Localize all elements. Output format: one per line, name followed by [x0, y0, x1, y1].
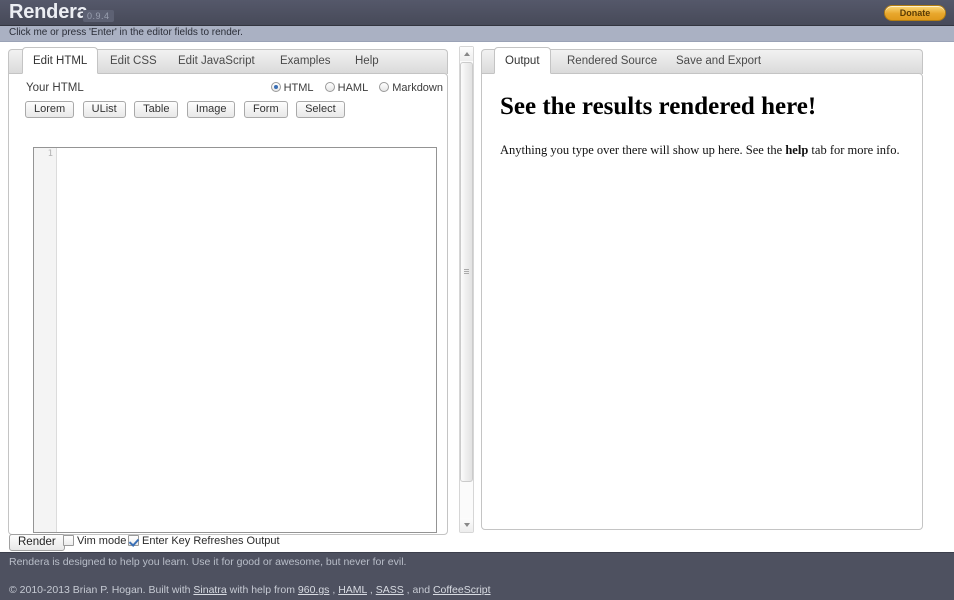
editor-panel-scrollbar[interactable] — [459, 46, 474, 533]
vim-mode-option[interactable]: Vim mode — [63, 535, 126, 547]
app-version-badge: 0.9.4 — [83, 10, 114, 22]
snippet-button-lorem[interactable]: Lorem — [25, 101, 75, 119]
bottom-toolbar: Render Vim mode Enter Key Refreshes Outp… — [0, 534, 954, 552]
output-tabstrip: Output Rendered Source Save and Export — [481, 47, 941, 74]
radio-html-icon[interactable] — [270, 82, 281, 92]
format-option-haml-label[interactable]: HAML — [338, 82, 369, 94]
editor-label: Your HTML — [26, 82, 84, 94]
footer-tagline: Rendera is designed to help you learn. U… — [9, 556, 407, 568]
footer-credit-prefix: © 2010-2013 Brian P. Hogan. Built with — [9, 584, 194, 596]
format-option-html[interactable]: HTML — [270, 82, 314, 94]
snippet-button-table[interactable]: Table — [134, 101, 179, 119]
render-hint-bar[interactable]: Click me or press 'Enter' in the editor … — [0, 26, 954, 42]
tab-examples[interactable]: Examples — [270, 49, 341, 74]
format-option-haml[interactable]: HAML — [324, 82, 369, 94]
format-option-markdown[interactable]: Markdown — [379, 82, 443, 94]
output-paragraph-before: Anything you type over there will show u… — [500, 143, 786, 157]
footer-link-960gs[interactable]: 960.gs — [298, 584, 330, 596]
editor-gutter: 1 — [34, 148, 57, 532]
output-panel-body: See the results rendered here! Anything … — [481, 73, 923, 530]
editor-text-area[interactable] — [58, 148, 436, 532]
tab-edit-css[interactable]: Edit CSS — [100, 49, 167, 74]
vim-mode-label[interactable]: Vim mode — [77, 535, 126, 547]
scrollbar-grip-icon — [464, 269, 469, 275]
output-panel: Output Rendered Source Save and Export S… — [481, 43, 941, 530]
enter-key-option[interactable]: Enter Key Refreshes Output — [128, 535, 280, 547]
footer-credit: © 2010-2013 Brian P. Hogan. Built with S… — [9, 584, 491, 596]
donate-button[interactable]: Donate — [884, 5, 946, 21]
app-header: Rendera 0.9.4 Donate — [0, 0, 954, 26]
format-option-html-label[interactable]: HTML — [284, 82, 314, 94]
editor-panel-body: Your HTML HTML HAML Markdown Lorem UList… — [8, 73, 448, 535]
html-editor[interactable]: 1 — [33, 147, 437, 533]
scroll-up-arrow-icon[interactable] — [460, 47, 473, 61]
snippet-button-ulist[interactable]: UList — [82, 101, 126, 119]
output-paragraph-help-link: help — [785, 143, 809, 157]
render-button[interactable]: Render — [9, 534, 65, 551]
snippet-button-form[interactable]: Form — [243, 101, 288, 119]
footer-credit-sep1: , — [329, 584, 339, 596]
output-paragraph: Anything you type over there will show u… — [500, 142, 906, 159]
tab-edit-html[interactable]: Edit HTML — [22, 47, 99, 74]
editor-scrollbar-thumb[interactable] — [460, 62, 473, 482]
format-option-markdown-label[interactable]: Markdown — [392, 82, 443, 94]
enter-key-checkbox[interactable] — [128, 535, 139, 546]
snippet-button-select[interactable]: Select — [296, 101, 345, 119]
vim-mode-checkbox[interactable] — [63, 535, 74, 546]
tab-help[interactable]: Help — [345, 49, 389, 74]
radio-haml-icon[interactable] — [324, 82, 335, 92]
footer-credit-sep2: , — [366, 584, 376, 596]
tab-output[interactable]: Output — [494, 47, 551, 74]
editor-line-number: 1 — [47, 149, 53, 159]
radio-markdown-icon[interactable] — [379, 82, 390, 92]
editor-tabstrip: Edit HTML Edit CSS Edit JavaScript Examp… — [8, 47, 466, 74]
render-hint-text: Click me or press 'Enter' in the editor … — [9, 27, 243, 38]
page-footer: Rendera is designed to help you learn. U… — [0, 552, 954, 600]
footer-credit-mid1: with help from — [226, 584, 298, 596]
scroll-down-arrow-icon[interactable] — [460, 518, 473, 532]
output-paragraph-after: tab for more info. — [808, 143, 900, 157]
tab-edit-javascript[interactable]: Edit JavaScript — [168, 49, 265, 74]
footer-credit-sep3: , and — [403, 584, 433, 596]
snippet-button-image[interactable]: Image — [186, 101, 236, 119]
snippet-button-group: Lorem UList Table Image Form Select — [25, 101, 349, 119]
footer-link-sinatra[interactable]: Sinatra — [193, 584, 226, 596]
tab-save-and-export[interactable]: Save and Export — [666, 49, 771, 74]
editor-panel: Edit HTML Edit CSS Edit JavaScript Examp… — [8, 43, 474, 535]
enter-key-label[interactable]: Enter Key Refreshes Output — [142, 535, 280, 547]
output-render-area: See the results rendered here! Anything … — [482, 74, 924, 529]
footer-link-coffeescript[interactable]: CoffeeScript — [433, 584, 491, 596]
main-content: Edit HTML Edit CSS Edit JavaScript Examp… — [0, 43, 954, 551]
format-radio-group: HTML HAML Markdown — [263, 82, 443, 94]
app-title: Rendera — [9, 1, 88, 23]
footer-link-haml[interactable]: HAML — [338, 584, 367, 596]
footer-link-sass[interactable]: SASS — [376, 584, 404, 596]
output-heading: See the results rendered here! — [500, 93, 817, 120]
tab-rendered-source[interactable]: Rendered Source — [557, 49, 667, 74]
